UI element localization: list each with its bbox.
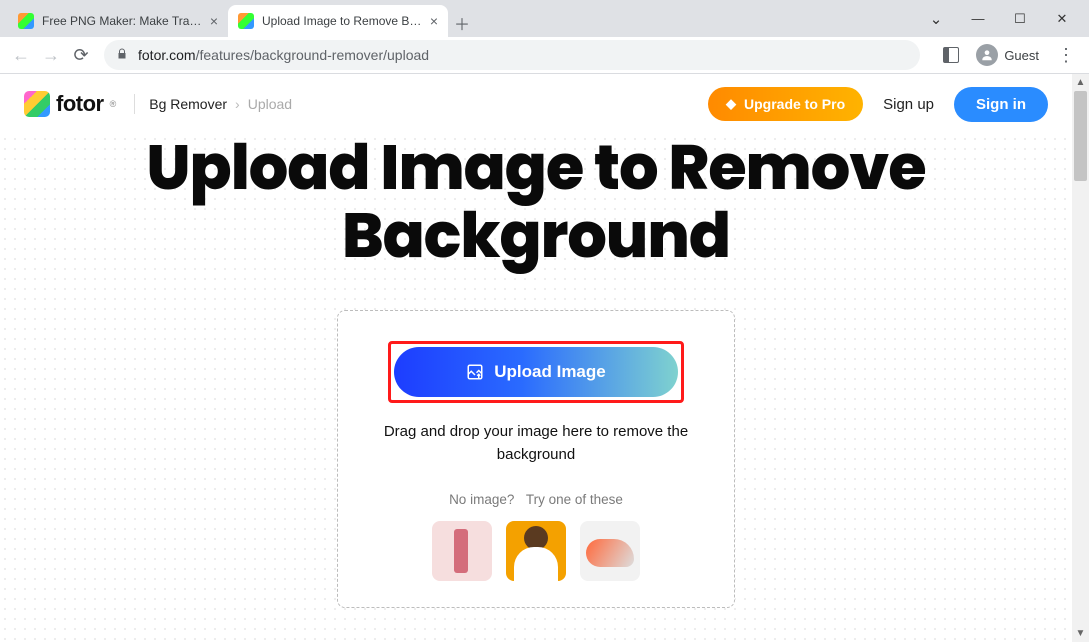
sample-thumbnails [364, 521, 708, 581]
logo-icon [24, 91, 50, 117]
upload-button-label: Upload Image [494, 362, 605, 382]
window-controls: ⌄ ― ☐ ✕ [915, 0, 1089, 37]
hero: Upload Image to Remove Background [0, 134, 1072, 270]
upgrade-button[interactable]: ◆ Upgrade to Pro [708, 87, 863, 121]
sample-product[interactable] [432, 521, 492, 581]
scroll-track[interactable] [1072, 91, 1089, 625]
no-image-text: No image? [449, 492, 514, 507]
try-one-text: Try one of these [526, 492, 623, 507]
signup-link[interactable]: Sign up [883, 96, 934, 113]
lock-icon [116, 48, 128, 63]
avatar-icon [976, 44, 998, 66]
close-icon[interactable]: × [210, 13, 218, 29]
url-path: /features/background-remover/upload [196, 47, 429, 63]
tab-inactive[interactable]: Free PNG Maker: Make Transp × [8, 5, 228, 37]
page: fotor ® Bg Remover › Upload ◆ Upgrade to … [0, 74, 1089, 642]
scroll-up-button[interactable]: ▲ [1072, 74, 1089, 91]
new-tab-button[interactable]: ＋ [448, 9, 476, 37]
breadcrumb: Bg Remover › Upload [134, 94, 292, 114]
address-bar[interactable]: fotor.com/features/background-remover/up… [104, 40, 920, 70]
reload-button[interactable]: ⟳ [66, 40, 96, 70]
sample-portrait[interactable] [506, 521, 566, 581]
minimize-button[interactable]: ― [957, 4, 999, 34]
page-title: Upload Image to Remove Background [30, 134, 1042, 270]
upload-image-button[interactable]: Upload Image [394, 347, 678, 397]
profile-button[interactable]: Guest [970, 44, 1045, 66]
profile-label: Guest [1004, 48, 1039, 63]
breadcrumb-current: Upload [248, 96, 292, 112]
favicon-icon [238, 13, 254, 29]
close-icon[interactable]: × [430, 13, 438, 29]
brand-name: fotor [56, 91, 104, 117]
signin-button[interactable]: Sign in [954, 87, 1048, 122]
menu-button[interactable]: ⋮ [1049, 45, 1083, 66]
diamond-icon: ◆ [726, 96, 736, 112]
panel-icon[interactable] [936, 40, 966, 70]
maximize-button[interactable]: ☐ [999, 4, 1041, 34]
tab-active[interactable]: Upload Image to Remove Back × [228, 5, 448, 37]
close-window-button[interactable]: ✕ [1041, 4, 1083, 34]
divider [134, 94, 135, 114]
registered-icon: ® [110, 99, 117, 109]
vertical-scrollbar[interactable]: ▲ ▼ [1072, 74, 1089, 642]
image-upload-icon [466, 363, 484, 381]
toolbar-right: Guest ⋮ [928, 40, 1083, 70]
upload-dropzone[interactable]: Upload Image Drag and drop your image he… [337, 310, 735, 608]
highlight-annotation: Upload Image [388, 341, 684, 403]
tab-title: Upload Image to Remove Back [262, 14, 424, 28]
breadcrumb-root[interactable]: Bg Remover [149, 96, 227, 112]
forward-button[interactable]: → [36, 40, 66, 70]
dropzone-hint: Drag and drop your image here to remove … [364, 421, 708, 466]
tabs: Free PNG Maker: Make Transp × Upload Ima… [0, 0, 915, 37]
brand-logo[interactable]: fotor ® [24, 91, 116, 117]
scroll-thumb[interactable] [1074, 91, 1087, 181]
back-button[interactable]: ← [6, 40, 36, 70]
samples-label: No image? Try one of these [364, 492, 708, 507]
url-host: fotor.com [138, 47, 196, 63]
scroll-down-button[interactable]: ▼ [1072, 625, 1089, 642]
chevron-down-icon[interactable]: ⌄ [915, 4, 957, 34]
favicon-icon [18, 13, 34, 29]
sample-shoe[interactable] [580, 521, 640, 581]
tab-title: Free PNG Maker: Make Transp [42, 14, 204, 28]
browser-toolbar: ← → ⟳ fotor.com/features/background-remo… [0, 37, 1089, 74]
browser-tab-strip: Free PNG Maker: Make Transp × Upload Ima… [0, 0, 1089, 37]
upgrade-label: Upgrade to Pro [744, 96, 845, 112]
page-body: fotor ® Bg Remover › Upload ◆ Upgrade to … [0, 74, 1072, 642]
chevron-right-icon: › [235, 96, 240, 112]
